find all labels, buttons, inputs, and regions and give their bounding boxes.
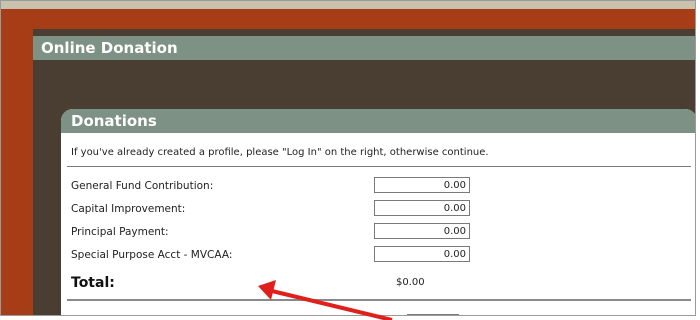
divider [67,166,691,167]
donations-title: Donations [71,112,157,130]
total-label: Total: [71,275,115,291]
capital-improvement-label: Capital Improvement: [71,203,186,215]
special-purpose-label: Special Purpose Acct - MVCAA: [71,249,233,261]
principal-payment-label: Principal Payment: [71,226,169,238]
capital-improvement-input[interactable] [374,200,470,216]
screenshot-frame: Online Donation Donations If you've alre… [0,0,696,316]
special-purpose-input[interactable] [374,246,470,262]
profile-instruction-text: If you've already created a profile, ple… [71,147,489,158]
general-fund-input[interactable] [374,177,470,193]
page-title: Online Donation [41,39,178,57]
principal-payment-input[interactable] [374,223,470,239]
section-divider [67,299,691,301]
general-fund-label: General Fund Contribution: [71,180,214,192]
partial-input-field[interactable] [407,314,459,315]
total-value: $0.00 [396,277,425,288]
donations-card: Donations If you've already created a pr… [61,109,695,315]
